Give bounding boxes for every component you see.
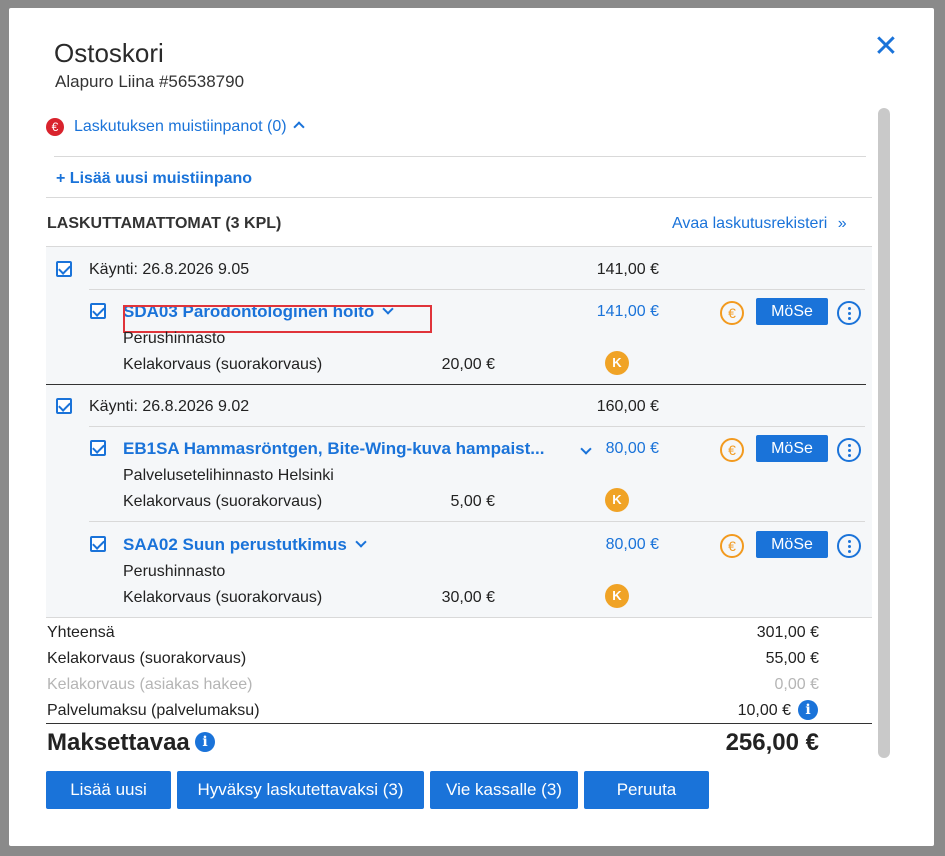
billing-notes-toggle[interactable]: Laskutuksen muistiinpanot (0): [74, 118, 305, 136]
kela-icon: K: [605, 584, 629, 608]
euro-icon[interactable]: €: [720, 438, 744, 462]
kela-icon: K: [605, 488, 629, 512]
item-pricelist: Perushinnasto: [123, 563, 226, 580]
divider: [46, 197, 872, 198]
item-title: EB1SA Hammasröntgen, Bite-Wing-kuva hamp…: [123, 439, 545, 458]
customer-name: Alapuro Liina #56538790: [55, 72, 245, 91]
service-fee-label: Palvelumaksu (palvelumaksu): [47, 702, 260, 719]
visit-checkbox[interactable]: [56, 261, 72, 277]
payable-value: 256,00 €: [725, 729, 819, 756]
kela-amount: 5,00 €: [450, 493, 495, 510]
item-title-link[interactable]: EB1SA Hammasröntgen, Bite-Wing-kuva hamp…: [123, 439, 544, 459]
chevron-up-icon: [292, 121, 305, 133]
visit-amount: 160,00 €: [596, 398, 659, 415]
payable-info-icon[interactable]: i: [195, 732, 215, 752]
unbilled-heading: LASKUTTAMATTOMAT (3 KPL): [47, 215, 282, 232]
item-pricelist: Palvelusetelihinnasto Helsinki: [123, 467, 334, 484]
cart-dialog: Ostoskori Alapuro Liina #56538790 ✕ € La…: [9, 8, 934, 846]
more-options-icon[interactable]: [837, 438, 861, 462]
divider: [46, 617, 872, 618]
total-value: 301,00 €: [756, 624, 819, 641]
checkout-button[interactable]: Vie kassalle (3): [430, 771, 578, 809]
visit-amount: 141,00 €: [596, 261, 659, 278]
close-icon[interactable]: ✕: [873, 32, 899, 62]
divider: [89, 521, 865, 522]
item-title: SAA02 Suun perustutkimus: [123, 535, 347, 554]
kela-label: Kelakorvaus (suorakorvaus): [123, 589, 323, 606]
dialog-title: Ostoskori: [54, 38, 164, 68]
more-options-icon[interactable]: [837, 301, 861, 325]
kela-icon: K: [605, 351, 629, 375]
item-checkbox[interactable]: [90, 440, 106, 456]
cancel-button[interactable]: Peruuta: [584, 771, 709, 809]
kela-direct-value: 55,00 €: [765, 650, 819, 667]
item-price: 141,00 €: [596, 303, 659, 320]
mose-button[interactable]: MöSe: [756, 531, 828, 558]
mose-button[interactable]: MöSe: [756, 435, 828, 462]
payable-label: Maksettavaa: [47, 729, 190, 756]
add-new-button[interactable]: Lisää uusi: [46, 771, 171, 809]
open-billing-register-link[interactable]: Avaa laskutusrekisteri »: [672, 215, 847, 233]
item-checkbox[interactable]: [90, 303, 106, 319]
scrollbar[interactable]: [878, 108, 890, 758]
mose-button[interactable]: MöSe: [756, 298, 828, 325]
visit-label: Käynti: 26.8.2026 9.05: [89, 261, 250, 278]
divider: [46, 246, 872, 247]
visit-label: Käynti: 26.8.2026 9.02: [89, 398, 250, 415]
open-billing-register-label: Avaa laskutusrekisteri: [672, 215, 828, 232]
visit-divider: [46, 384, 866, 385]
euro-icon[interactable]: €: [720, 534, 744, 558]
kela-customer-label: Kelakorvaus (asiakas hakee): [47, 676, 253, 693]
item-checkbox[interactable]: [90, 536, 106, 552]
kela-amount: 30,00 €: [441, 589, 495, 606]
kela-label: Kelakorvaus (suorakorvaus): [123, 493, 323, 510]
service-fee-info-icon[interactable]: i: [798, 700, 818, 720]
item-price: 80,00 €: [605, 536, 659, 553]
divider: [89, 289, 865, 290]
billing-notes-label: Laskutuksen muistiinpanot (0): [74, 118, 287, 135]
double-chevron-right-icon: »: [837, 215, 847, 232]
visit-checkbox[interactable]: [56, 398, 72, 414]
total-label: Yhteensä: [47, 624, 115, 641]
divider: [54, 156, 866, 157]
chevron-down-icon: [355, 536, 367, 548]
item-title-link[interactable]: SAA02 Suun perustutkimus: [123, 535, 367, 555]
add-note-link[interactable]: + Lisää uusi muistiinpano: [56, 170, 252, 188]
euro-icon[interactable]: €: [720, 301, 744, 325]
item-pricelist: Perushinnasto: [123, 330, 226, 347]
kela-direct-label: Kelakorvaus (suorakorvaus): [47, 650, 247, 667]
billing-alert-icon: €: [46, 118, 64, 136]
kela-label: Kelakorvaus (suorakorvaus): [123, 356, 323, 373]
service-fee-value: 10,00 €: [737, 702, 791, 719]
more-options-icon[interactable]: [837, 534, 861, 558]
total-divider: [46, 723, 872, 724]
highlight-box: [123, 305, 432, 333]
item-price: 80,00 €: [605, 440, 659, 457]
kela-customer-value: 0,00 €: [774, 676, 819, 693]
approve-billing-button[interactable]: Hyväksy laskutettavaksi (3): [177, 771, 424, 809]
divider: [89, 426, 865, 427]
kela-amount: 20,00 €: [441, 356, 495, 373]
